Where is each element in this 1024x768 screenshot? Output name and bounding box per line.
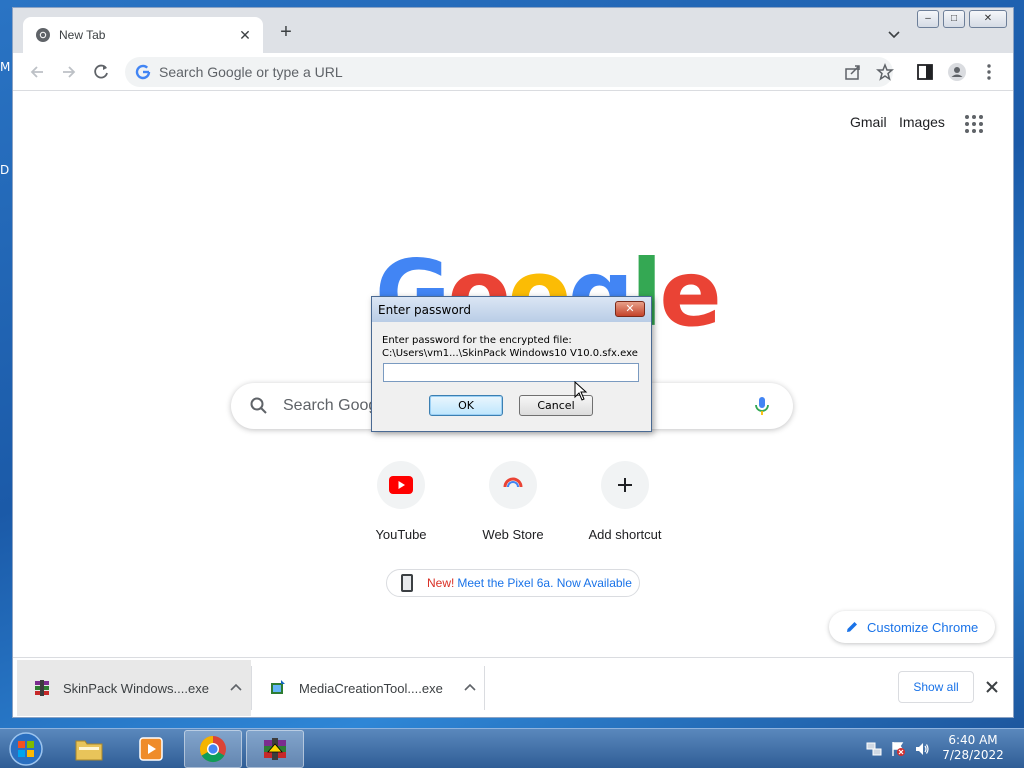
shortcut-youtube[interactable]: YouTube <box>345 461 457 542</box>
desktop-icon-label-fragment: M <box>0 60 11 74</box>
shortcut-label: YouTube <box>375 527 427 542</box>
shortcut-label: Add shortcut <box>588 527 662 542</box>
plus-icon <box>618 478 632 492</box>
dialog-body: Enter password for the encrypted file: C… <box>372 322 651 431</box>
menu-kebab-icon[interactable] <box>979 62 999 82</box>
shortcut-add[interactable]: Add shortcut <box>569 461 681 542</box>
promo-banner[interactable]: New! Meet the Pixel 6a. Now Available <box>386 569 640 597</box>
google-apps-grid-icon[interactable] <box>964 114 984 134</box>
promo-new-label: New! <box>427 576 455 590</box>
windows-start-icon[interactable] <box>6 730 46 768</box>
ok-button[interactable]: OK <box>429 395 503 416</box>
folder-icon <box>75 740 103 761</box>
search-icon <box>250 397 267 414</box>
dialog-close-button[interactable]: ✕ <box>615 301 645 317</box>
volume-icon[interactable] <box>914 741 930 757</box>
download-divider <box>484 666 485 710</box>
logo-letter: e <box>659 240 721 347</box>
customize-label: Customize Chrome <box>867 619 979 635</box>
bookmark-star-icon[interactable] <box>875 62 895 82</box>
youtube-icon-tile <box>377 461 425 509</box>
close-icon[interactable] <box>983 678 1001 696</box>
chrome-icon <box>36 28 50 42</box>
taskbar-winrar[interactable] <box>246 730 304 768</box>
share-icon[interactable] <box>843 62 863 82</box>
dialog-titlebar[interactable]: Enter password ✕ <box>372 297 651 322</box>
taskbar-media-player[interactable] <box>122 730 180 768</box>
back-arrow-icon[interactable] <box>27 62 47 82</box>
taskbar-chrome[interactable] <box>184 730 242 768</box>
web-store-icon <box>503 477 523 492</box>
media-creation-tool-icon <box>271 680 285 694</box>
media-player-icon <box>139 737 163 761</box>
clock-date: 7/28/2022 <box>942 748 1004 762</box>
password-input[interactable] <box>383 363 639 382</box>
promo-text: Meet the Pixel 6a. Now Available <box>457 576 632 590</box>
google-g-icon <box>135 64 151 80</box>
customize-chrome-button[interactable]: Customize Chrome <box>829 611 995 643</box>
chevron-up-icon[interactable] <box>463 681 477 695</box>
show-all-downloads-button[interactable]: Show all <box>898 671 974 703</box>
chrome-icon <box>199 735 226 763</box>
dialog-title: Enter password <box>378 302 471 317</box>
download-filename: SkinPack Windows....exe <box>63 680 209 696</box>
side-panel-icon[interactable] <box>915 62 935 82</box>
images-link[interactable]: Images <box>899 114 945 130</box>
shortcut-label: Web Store <box>482 527 544 542</box>
download-item[interactable]: SkinPack Windows....exe <box>17 660 251 716</box>
address-bar[interactable] <box>125 57 893 87</box>
desktop-icon-label-fragment: D <box>0 163 10 177</box>
dialog-prompt-line: Enter password for the encrypted file: <box>382 335 572 346</box>
microphone-icon[interactable] <box>751 395 773 417</box>
network-icon[interactable] <box>866 741 882 757</box>
close-window-button[interactable]: ✕ <box>969 10 1007 28</box>
new-tab-button[interactable]: + <box>275 22 297 44</box>
action-center-flag-icon[interactable] <box>890 741 906 757</box>
taskbar: 6:40 AM 7/28/2022 <box>0 728 1024 768</box>
tab-close-icon[interactable]: ✕ <box>237 27 253 44</box>
tab-new-tab[interactable]: New Tab ✕ <box>23 17 263 53</box>
chevron-up-icon[interactable] <box>229 681 243 695</box>
download-filename: MediaCreationTool....exe <box>299 680 443 696</box>
clock-time: 6:40 AM <box>948 733 998 747</box>
maximize-button[interactable]: □ <box>943 10 965 28</box>
add-shortcut-icon-tile <box>601 461 649 509</box>
forward-arrow-icon[interactable] <box>59 62 79 82</box>
profile-avatar-icon[interactable] <box>947 62 967 82</box>
password-dialog: Enter password ✕ Enter password for the … <box>371 296 652 432</box>
dialog-file-path: C:\Users\vm1...\SkinPack Windows10 V10.0… <box>382 348 638 359</box>
omnibox-input[interactable] <box>159 64 779 80</box>
tab-strip: New Tab ✕ + – □ ✕ <box>13 8 1013 53</box>
pixel-phone-icon <box>401 574 413 592</box>
web-store-icon-tile <box>489 461 537 509</box>
winrar-archive-icon <box>35 680 49 696</box>
reload-icon[interactable] <box>91 62 111 82</box>
pencil-icon <box>847 622 857 632</box>
shortcut-web-store[interactable]: Web Store <box>457 461 569 542</box>
youtube-icon <box>389 476 413 494</box>
tab-search-chevron-icon[interactable] <box>885 25 903 43</box>
browser-toolbar <box>13 53 1013 91</box>
gmail-link[interactable]: Gmail <box>850 114 887 130</box>
dialog-prompt: Enter password for the encrypted file: C… <box>382 334 638 360</box>
mouse-cursor-icon <box>574 381 588 401</box>
tab-title: New Tab <box>59 28 106 42</box>
taskbar-explorer[interactable] <box>60 730 118 768</box>
download-item[interactable]: MediaCreationTool....exe <box>253 660 483 716</box>
download-shelf: SkinPack Windows....exe MediaCreationToo… <box>13 657 1013 717</box>
download-divider <box>251 666 252 710</box>
minimize-button[interactable]: – <box>917 10 939 28</box>
winrar-icon <box>264 738 286 760</box>
system-clock[interactable]: 6:40 AM 7/28/2022 <box>934 733 1012 763</box>
